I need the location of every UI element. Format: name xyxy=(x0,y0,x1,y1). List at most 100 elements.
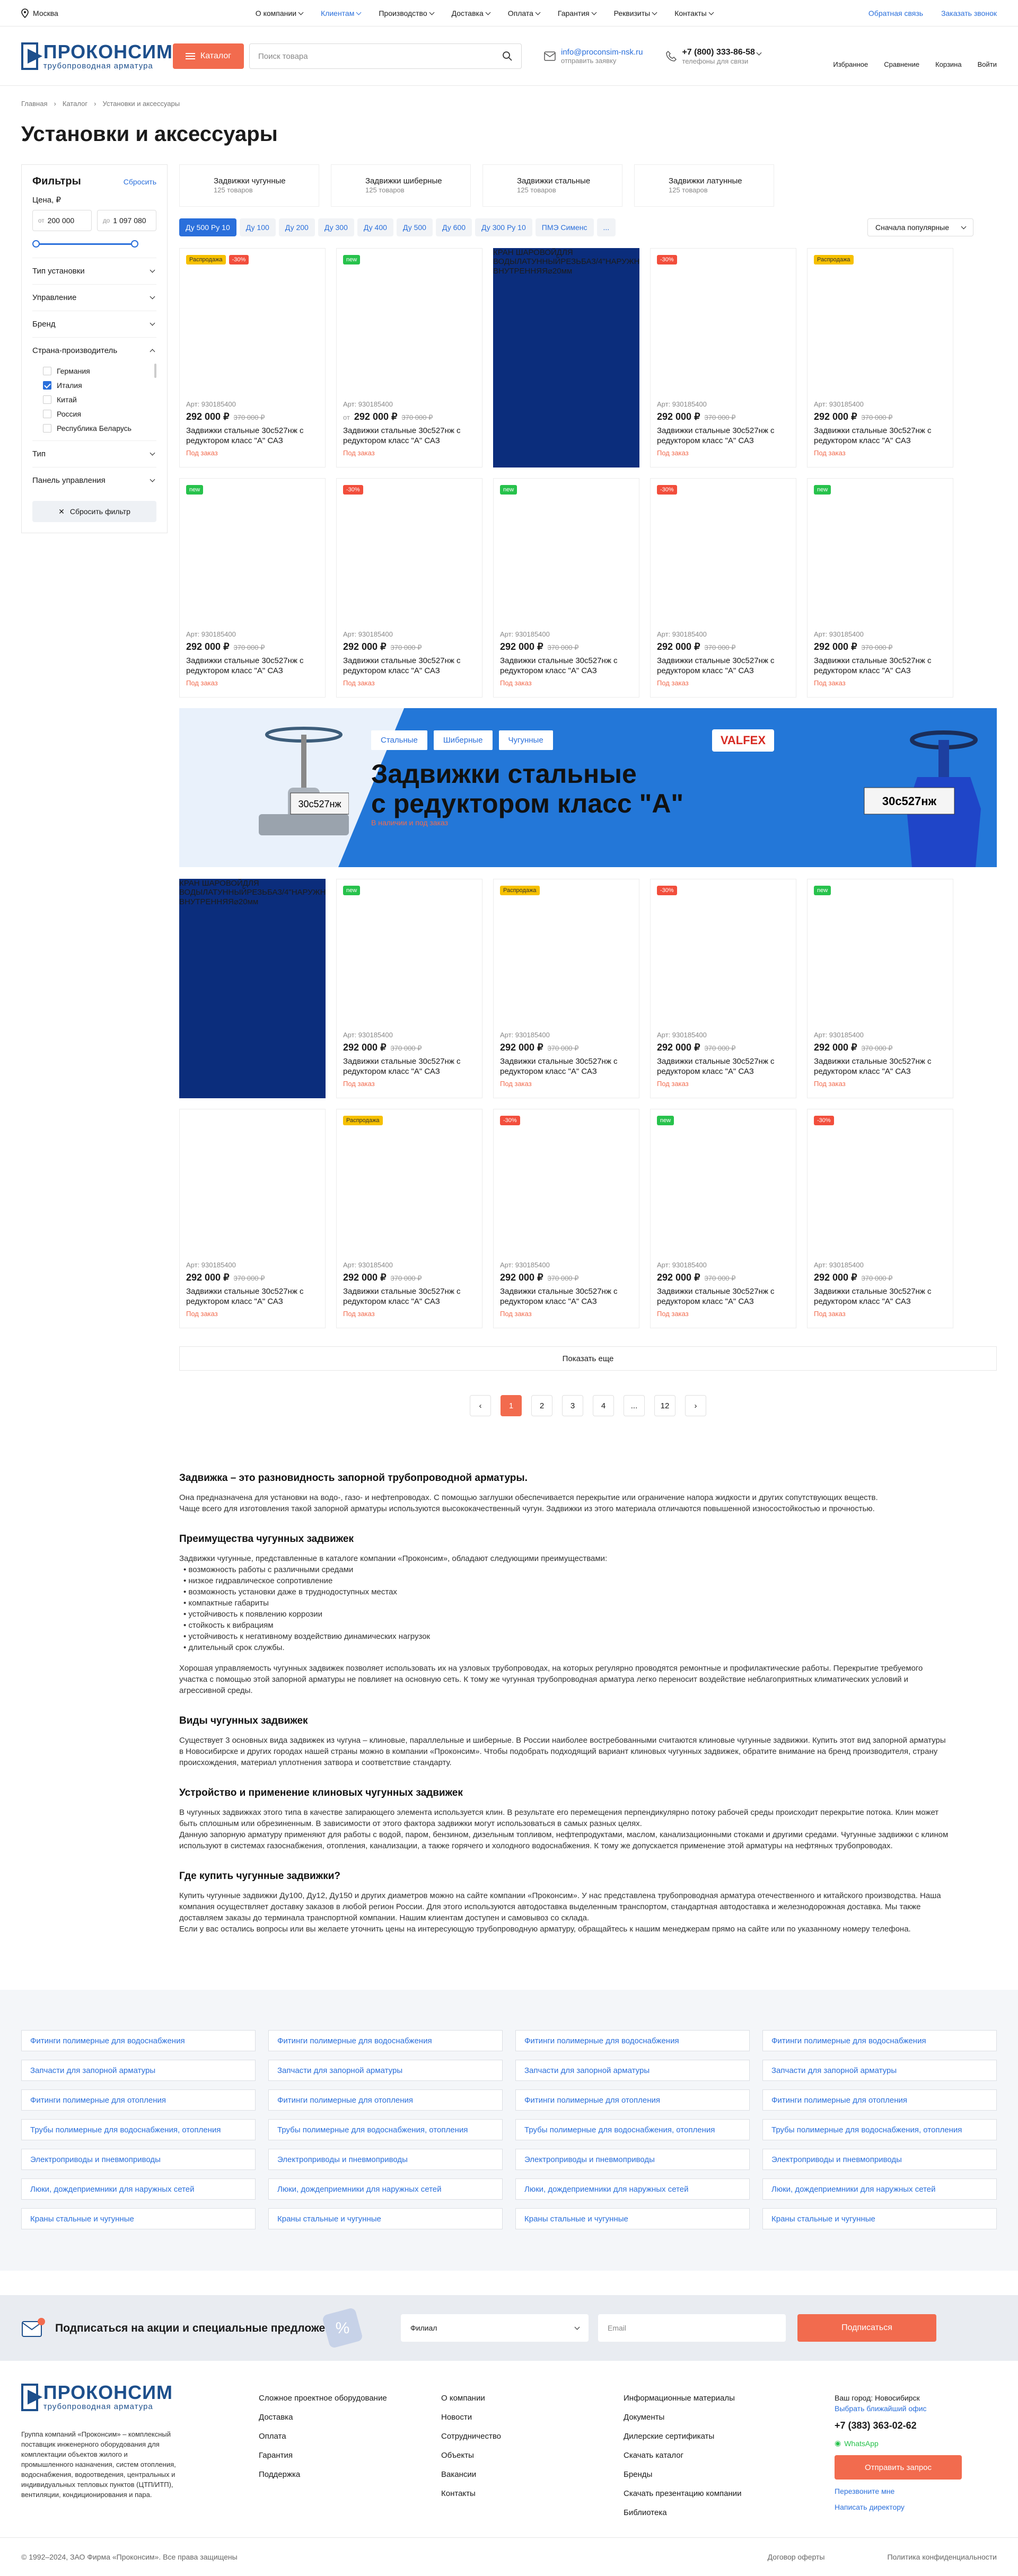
product-card[interactable]: -30% Арт: 930185400 292 000 ₽ 370 000 ₽ Задв… xyxy=(493,1109,639,1328)
product-name[interactable]: Задвижки стальные 30с527нж с редуктором … xyxy=(343,1286,476,1307)
heart-icon[interactable] xyxy=(623,485,633,495)
top-nav-item[interactable]: Оплата xyxy=(508,9,541,17)
filter-chip[interactable]: ПМЭ Сименс xyxy=(535,218,594,236)
product-image[interactable] xyxy=(199,501,305,623)
feedback-link[interactable]: Обратная связь xyxy=(868,9,923,17)
compare-icon[interactable] xyxy=(922,485,932,495)
heart-icon[interactable] xyxy=(937,485,946,495)
city-selector[interactable]: Москва xyxy=(21,8,58,18)
product-image[interactable] xyxy=(513,501,619,623)
filter-group-country[interactable]: Страна-производитель xyxy=(32,337,156,364)
checkbox[interactable] xyxy=(43,409,51,418)
category-link[interactable]: Люки, дождеприемники для наружных сетей xyxy=(21,2178,256,2200)
category-link[interactable]: Запчасти для запорной арматуры xyxy=(515,2060,750,2081)
category-link[interactable]: Фитинги полимерные для отопления xyxy=(762,2089,997,2111)
filter-group[interactable]: Тип установки xyxy=(32,258,156,284)
category-link[interactable]: Фитинги полимерные для отопления xyxy=(515,2089,750,2111)
breadcrumb-catalog[interactable]: Каталог xyxy=(63,100,87,108)
chevron-down-icon[interactable] xyxy=(756,50,762,55)
send-request-button[interactable]: Отправить запрос xyxy=(835,2455,962,2480)
footer-link[interactable]: Дилерские сертификаты xyxy=(624,2432,835,2441)
privacy-link[interactable]: Политика конфиденциальности xyxy=(887,2553,997,2561)
branch-select[interactable]: Филиал xyxy=(401,2314,589,2342)
product-card[interactable]: Распродажа Арт: 930185400 292 000 ₽ 370 000… xyxy=(807,248,953,467)
category-link[interactable]: Электроприводы и пневмоприводы xyxy=(762,2149,997,2170)
header-heart-button[interactable]: Избранное xyxy=(833,45,868,68)
product-name[interactable]: Задвижки стальные 30с527нж с редуктором … xyxy=(500,656,633,676)
compare-icon[interactable] xyxy=(451,485,461,495)
product-image[interactable] xyxy=(670,1132,776,1254)
product-card[interactable]: new Арт: 930185400 292 000 ₽370 000 ₽ Задви… xyxy=(807,879,953,1098)
product-name[interactable]: Задвижки стальные 30с527нж с редуктором … xyxy=(186,426,319,446)
product-card[interactable]: new Арт: 930185400 от 292 000 ₽370 000 ₽ Зад… xyxy=(336,248,482,467)
category-link[interactable]: Краны стальные и чугунные xyxy=(21,2208,256,2229)
footer-link[interactable]: Скачать каталог xyxy=(624,2451,835,2460)
filter-chip[interactable]: Ду 200 xyxy=(278,218,315,236)
product-card[interactable]: new Арт: 930185400 292 000 ₽370 000 ₽ Задви… xyxy=(336,879,482,1098)
category-link[interactable]: Фитинги полимерные для водоснабжения xyxy=(268,2030,503,2051)
filter-chip[interactable]: Ду 600 xyxy=(435,218,472,236)
product-image[interactable] xyxy=(356,902,462,1024)
write-director-link[interactable]: Написать директору xyxy=(835,2503,962,2511)
product-name[interactable]: Задвижки стальные 30с527нж с редуктором … xyxy=(814,1056,946,1077)
heart-icon[interactable] xyxy=(623,886,633,895)
filter-group[interactable]: Бренд xyxy=(32,311,156,337)
product-card[interactable]: -30% Арт: 930185400 292 000 ₽ 370 000 ₽ Задв… xyxy=(807,1109,953,1328)
top-nav-item[interactable]: Доставка xyxy=(452,9,491,17)
top-nav-item[interactable]: Производство xyxy=(379,9,435,17)
logo[interactable]: ПРОКОНСИМ трубопроводная арматура xyxy=(21,42,173,70)
country-option[interactable]: Италия xyxy=(43,378,156,392)
footer-link[interactable]: Объекты xyxy=(441,2451,624,2460)
product-card[interactable]: -30% Арт: 930185400 292 000 ₽ 370 000 ₽ Задв… xyxy=(650,879,796,1098)
filter-group[interactable]: Тип xyxy=(32,440,156,467)
category-tile[interactable]: Задвижки латунные 125 товаров xyxy=(634,164,774,207)
product-image[interactable] xyxy=(827,902,933,1024)
category-link[interactable]: Люки, дождеприемники для наружных сетей xyxy=(515,2178,750,2200)
show-more-button[interactable]: Показать еще xyxy=(179,1346,997,1371)
heart-icon[interactable] xyxy=(466,1116,476,1125)
category-link[interactable]: Запчасти для запорной арматуры xyxy=(268,2060,503,2081)
pager-page[interactable]: 3 xyxy=(562,1395,583,1416)
compare-icon[interactable] xyxy=(765,886,775,895)
category-tile[interactable]: Задвижки чугунные 125 товаров xyxy=(179,164,319,207)
footer-link[interactable]: Вакансии xyxy=(441,2470,624,2479)
footer-link[interactable]: Гарантия xyxy=(259,2451,441,2460)
offer-link[interactable]: Договор оферты xyxy=(768,2553,825,2561)
category-link[interactable]: Электроприводы и пневмоприводы xyxy=(515,2149,750,2170)
category-link[interactable]: Трубы полимерные для водоснабжения, отоп… xyxy=(762,2119,997,2140)
top-nav-item[interactable]: Клиентам xyxy=(321,9,362,17)
category-link[interactable]: Электроприводы и пневмоприводы xyxy=(268,2149,503,2170)
category-link[interactable]: Запчасти для запорной арматуры xyxy=(762,2060,997,2081)
footer-link[interactable]: Скачать презентацию компании xyxy=(624,2489,835,2498)
product-name[interactable]: Задвижки стальные 30с527нж с редуктором … xyxy=(500,1286,633,1307)
heart-icon[interactable] xyxy=(623,1116,633,1125)
footer-link[interactable]: Бренды xyxy=(624,2470,835,2479)
callback-link[interactable]: Заказать звонок xyxy=(941,9,997,17)
price-slider-max-handle[interactable] xyxy=(131,240,138,248)
product-image[interactable] xyxy=(199,1132,305,1254)
header-user-button[interactable]: Войти xyxy=(978,45,997,68)
compare-icon[interactable] xyxy=(294,255,304,264)
filter-chip[interactable]: Ду 400 xyxy=(357,218,393,236)
compare-icon[interactable] xyxy=(294,485,304,495)
heart-icon[interactable] xyxy=(937,1116,946,1125)
footer-link[interactable]: Поддержка xyxy=(259,2470,441,2479)
product-card[interactable]: new Арт: 930185400 292 000 ₽370 000 ₽ Задви… xyxy=(179,478,326,698)
reset-filter-button[interactable]: ✕ Сбросить фильтр xyxy=(32,501,156,522)
product-image[interactable] xyxy=(356,501,462,623)
search-icon[interactable] xyxy=(502,51,513,61)
compare-icon[interactable] xyxy=(765,1116,775,1125)
pager-page[interactable]: 1 xyxy=(501,1395,522,1416)
category-link[interactable]: Краны стальные и чугунные xyxy=(762,2208,997,2229)
product-name[interactable]: Задвижки стальные 30с527нж с редуктором … xyxy=(657,1286,789,1307)
category-link[interactable]: Электроприводы и пневмоприводы xyxy=(21,2149,256,2170)
phone-number[interactable]: +7 (800) 333-86-58 xyxy=(682,48,754,57)
heart-icon[interactable] xyxy=(309,485,319,495)
category-link[interactable]: Фитинги полимерные для водоснабжения xyxy=(762,2030,997,2051)
compare-icon[interactable] xyxy=(765,255,775,264)
price-slider-min-handle[interactable] xyxy=(32,240,40,248)
product-image[interactable] xyxy=(827,1132,933,1254)
product-name[interactable]: Задвижки стальные 30с527нж с редуктором … xyxy=(186,1286,319,1307)
header-compare-button[interactable]: Сравнение xyxy=(884,45,919,68)
phone-contact[interactable]: +7 (800) 333-86-58 телефоны для связи xyxy=(666,48,762,65)
